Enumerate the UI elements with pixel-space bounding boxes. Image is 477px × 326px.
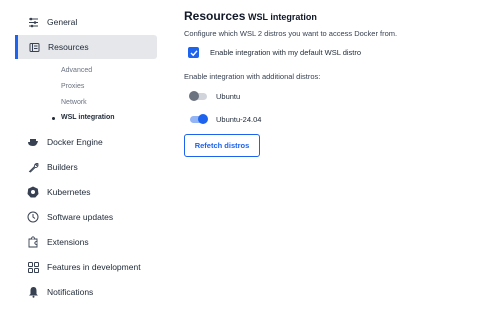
default-distro-row[interactable]: Enable integration with my default WSL d… [188,47,361,58]
additional-distros-label: Enable integration with additional distr… [184,72,321,81]
sidebar-item-label: General [47,17,78,27]
sidebar-item-extensions[interactable]: Extensions [17,230,154,254]
distro-row-ubuntu: Ubuntu [189,91,241,101]
toggle-knob [189,91,199,101]
sidebar-item-label: Builders [47,162,78,172]
toggle-knob [198,114,208,124]
sidebar-item-label: Resources [48,42,89,52]
current-indicator-dot [52,117,55,120]
kubernetes-icon [24,183,42,201]
subitem-wsl-integration[interactable]: WSL integration [61,114,115,121]
sidebar-item-software-updates[interactable]: Software updates [17,205,154,229]
ubuntu-toggle[interactable] [189,91,207,101]
whale-icon [24,133,42,151]
sidebar-item-resources[interactable]: Resources [15,35,157,59]
sidebar-item-label: Notifications [47,287,94,297]
refetch-distros-button[interactable]: Refetch distros [184,134,260,157]
grid-icon [24,258,42,276]
default-distro-label: Enable integration with my default WSL d… [210,48,362,57]
sidebar-item-notifications[interactable]: Notifications [17,280,154,304]
distro-name: Ubuntu [216,92,241,101]
settings-panel: Resources WSL integration Configure whic… [184,0,477,326]
default-distro-checkbox[interactable] [188,47,199,58]
sidebar-item-kubernetes[interactable]: Kubernetes [17,180,154,204]
bell-icon [24,283,42,301]
sidebar-item-label: Docker Engine [47,137,103,147]
clock-icon [24,208,42,226]
puzzle-icon [24,233,42,251]
distro-row-ubuntu-24-04: Ubuntu-24.04 [190,114,262,124]
subitem-advanced[interactable]: Advanced [61,67,92,74]
subitem-network[interactable]: Network [61,99,87,106]
sliders-icon [24,13,42,31]
sidebar-item-features-in-development[interactable]: Features in development [17,255,154,279]
sidebar-item-label: Features in development [47,262,141,272]
page-title: Resources [184,9,246,23]
subitem-proxies[interactable]: Proxies [61,83,84,90]
page-subtitle: WSL integration [248,12,317,22]
sidebar-item-label: Kubernetes [47,187,91,197]
resources-icon [25,38,43,56]
check-icon [190,49,198,56]
sidebar-item-label: Software updates [47,212,114,222]
sidebar-item-label: Extensions [47,237,89,247]
page-description: Configure which WSL 2 distros you want t… [184,29,398,38]
ubuntu-24-04-toggle[interactable] [190,114,208,124]
sidebar-item-builders[interactable]: Builders [17,155,154,179]
distro-name: Ubuntu-24.04 [216,115,262,124]
wrench-icon [24,158,42,176]
sidebar-item-general[interactable]: General [17,10,154,34]
sidebar: General Resources Advanced Proxies Netwo… [0,0,160,326]
sidebar-item-docker-engine[interactable]: Docker Engine [17,130,154,154]
